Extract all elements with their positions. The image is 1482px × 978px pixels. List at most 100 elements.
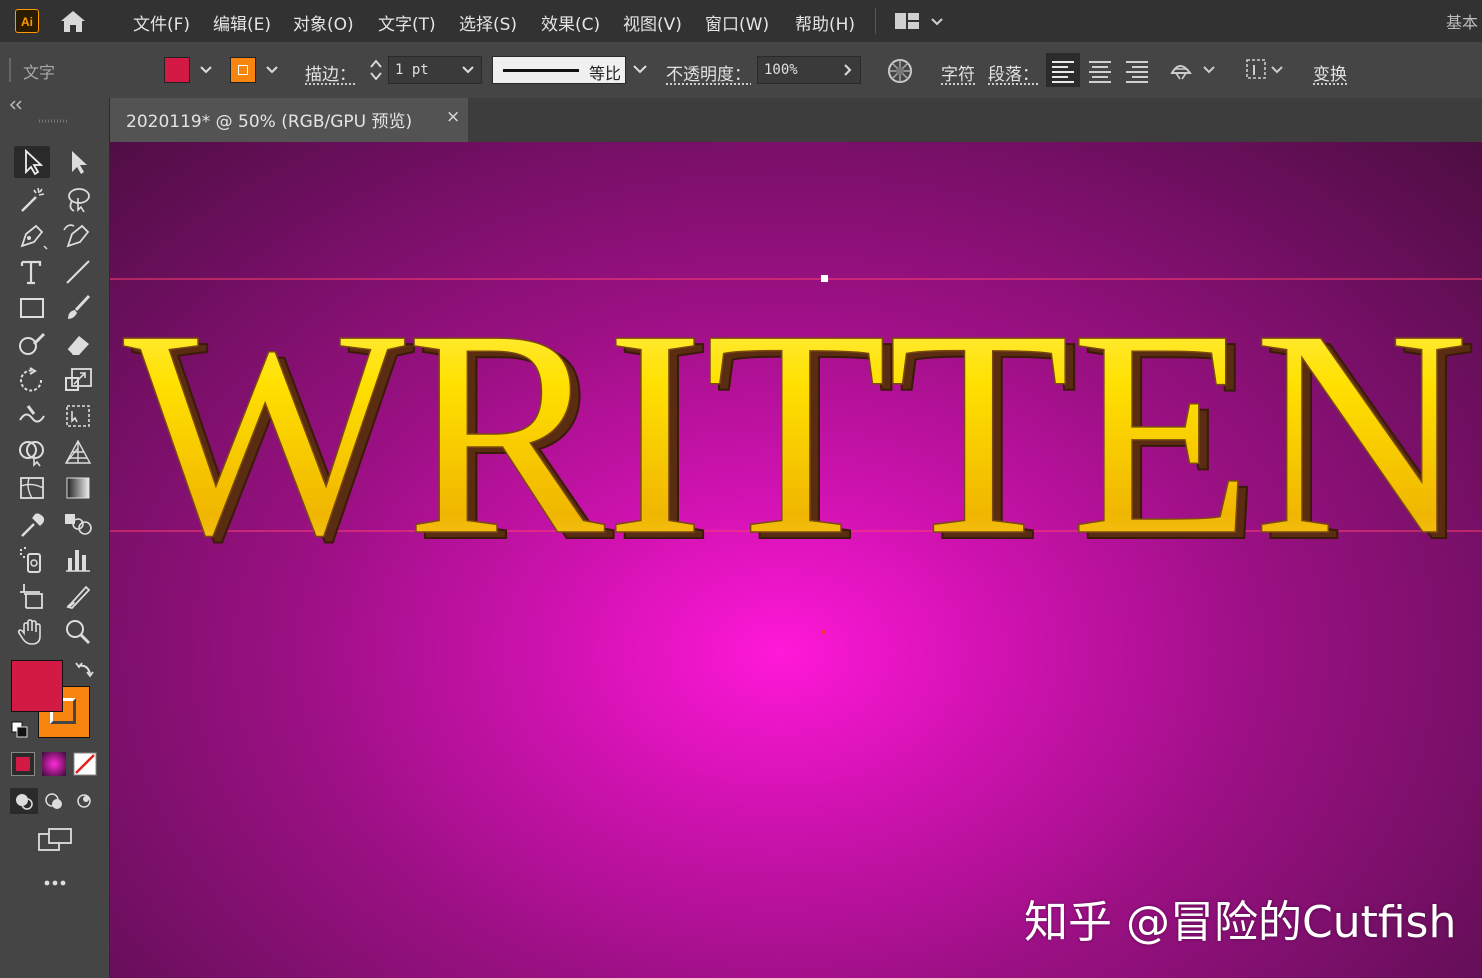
draw-normal-icon[interactable]: [10, 788, 38, 814]
more-tools-icon[interactable]: [42, 878, 68, 888]
gradient-tool[interactable]: [60, 472, 96, 504]
paintbrush-icon: [68, 294, 91, 319]
fill-swatch[interactable]: [164, 57, 190, 83]
rotate-tool[interactable]: [14, 364, 50, 396]
menu-effect[interactable]: 效果(C): [541, 10, 600, 35]
document-tab[interactable]: 2020119* @ 50% (RGB/GPU 预览) ×: [110, 98, 468, 142]
menu-object[interactable]: 对象(O): [293, 10, 354, 35]
align-left-button[interactable]: [1046, 53, 1080, 87]
panel-grip-icon[interactable]: [38, 118, 68, 124]
mesh-tool[interactable]: [14, 472, 50, 504]
tools-panel: [0, 98, 110, 978]
none-mode-button[interactable]: [73, 752, 97, 776]
stroke-swatch[interactable]: [230, 57, 256, 83]
blend-tool[interactable]: [60, 508, 96, 540]
align-right-button[interactable]: [1120, 53, 1154, 87]
menu-divider: [875, 8, 876, 34]
stroke-stepper-icon[interactable]: [368, 56, 384, 84]
stroke-weight-dropdown-icon[interactable]: [461, 63, 475, 77]
stroke-dropdown-icon[interactable]: [264, 57, 280, 83]
color-mode-button[interactable]: [11, 752, 35, 776]
default-fill-stroke-icon[interactable]: [10, 720, 30, 740]
magic-wand-tool[interactable]: [14, 184, 50, 216]
slice-knife-icon: [66, 585, 91, 610]
watermark-text: 知乎 @冒险的Cutfish: [1024, 897, 1457, 948]
stroke-label[interactable]: 描边：: [305, 60, 356, 85]
menu-select[interactable]: 选择(S): [459, 10, 517, 35]
free-transform-tool[interactable]: [60, 400, 96, 432]
document-tab-bar: 2020119* @ 50% (RGB/GPU 预览) ×: [110, 98, 1482, 142]
perspective-grid-tool[interactable]: [60, 436, 96, 468]
eyedropper-tool[interactable]: [14, 508, 50, 540]
magic-wand-icon: [21, 187, 45, 212]
shaper-tool[interactable]: [14, 328, 50, 360]
pen-tool[interactable]: [14, 220, 50, 252]
line-segment-icon: [66, 260, 90, 284]
paintbrush-tool[interactable]: [60, 292, 96, 324]
stroke-weight-field[interactable]: 1 pt: [388, 56, 482, 84]
menu-edit[interactable]: 编辑(E): [213, 10, 271, 35]
fill-dropdown-icon[interactable]: [198, 57, 214, 83]
stroke-weight-value: 1 pt: [395, 62, 429, 78]
direct-selection-tool[interactable]: [60, 146, 96, 178]
symbol-sprayer-tool[interactable]: [14, 544, 50, 576]
opacity-arrow-icon[interactable]: [840, 63, 854, 77]
collapse-panel-icon[interactable]: [8, 100, 24, 110]
type-tool[interactable]: [14, 256, 50, 288]
warp-tool[interactable]: [14, 400, 50, 432]
grip-icon[interactable]: [8, 56, 14, 84]
curvature-tool[interactable]: [60, 220, 96, 252]
lasso-tool[interactable]: [60, 184, 96, 216]
column-graph-icon: [66, 550, 90, 572]
align-center-button[interactable]: [1083, 53, 1117, 87]
opacity-label[interactable]: 不透明度：: [666, 60, 751, 85]
screen-mode-icon[interactable]: [36, 826, 74, 854]
line-segment-tool[interactable]: [60, 256, 96, 288]
home-icon[interactable]: [58, 8, 88, 34]
stroke-profile-select[interactable]: 等比: [492, 56, 626, 84]
menu-help[interactable]: 帮助(H): [795, 10, 855, 35]
fill-color-swatch[interactable]: [11, 660, 63, 712]
shape-builder-tool[interactable]: [14, 436, 50, 468]
close-icon[interactable]: ×: [446, 107, 460, 127]
paragraph-panel-link[interactable]: 段落：: [988, 60, 1039, 85]
draw-behind-icon[interactable]: [40, 788, 68, 814]
transform-panel-link[interactable]: 变换: [1313, 60, 1347, 85]
recolor-artwork-icon[interactable]: [886, 57, 914, 85]
scale-icon: [65, 368, 92, 391]
artboard-canvas[interactable]: WRITTEN WRITTEN 知乎 @冒险的Cutfish: [110, 142, 1482, 978]
character-panel-link[interactable]: 字符: [941, 60, 975, 85]
shaper-icon: [19, 332, 46, 355]
slice-tool[interactable]: [60, 580, 96, 612]
artboard-tool[interactable]: [14, 580, 50, 612]
column-graph-tool[interactable]: [60, 544, 96, 576]
eyedropper-icon: [21, 513, 45, 537]
scale-tool[interactable]: [60, 364, 96, 396]
selection-tool[interactable]: [14, 146, 50, 178]
menu-type[interactable]: 文字(T): [378, 10, 436, 35]
shape-options-icon[interactable]: [1168, 57, 1220, 83]
direct-selection-arrow-icon: [72, 151, 87, 174]
arrange-documents-icon[interactable]: [894, 11, 946, 31]
rectangle-tool[interactable]: [14, 292, 50, 324]
app-logo: Ai: [15, 9, 39, 33]
opacity-field[interactable]: 100%: [757, 56, 861, 84]
lasso-icon: [68, 188, 90, 213]
draw-inside-icon[interactable]: [70, 788, 98, 814]
swap-fill-stroke-icon[interactable]: [74, 660, 96, 680]
menu-window[interactable]: 窗口(W): [705, 10, 769, 35]
eraser-tool[interactable]: [60, 328, 96, 360]
gradient-mode-button[interactable]: [42, 752, 66, 776]
warp-icon: [19, 405, 45, 423]
stroke-profile-dropdown-icon[interactable]: [630, 62, 650, 78]
menu-view[interactable]: 视图(V): [623, 10, 682, 35]
menu-file[interactable]: 文件(F): [133, 10, 190, 35]
workspace-label[interactable]: 基本: [1446, 9, 1478, 33]
headline-text[interactable]: WRITTEN: [122, 268, 1470, 598]
hand-tool[interactable]: [14, 616, 50, 648]
headline-text-object[interactable]: WRITTEN WRITTEN: [110, 142, 1482, 978]
zoom-tool[interactable]: [60, 616, 96, 648]
align-objects-icon[interactable]: [1244, 57, 1286, 83]
tool-label: 文字: [23, 63, 56, 82]
control-bar: 文字 描边： 1 pt 等比 不透明度： 100% 字符 段落： 变换: [0, 42, 1482, 99]
